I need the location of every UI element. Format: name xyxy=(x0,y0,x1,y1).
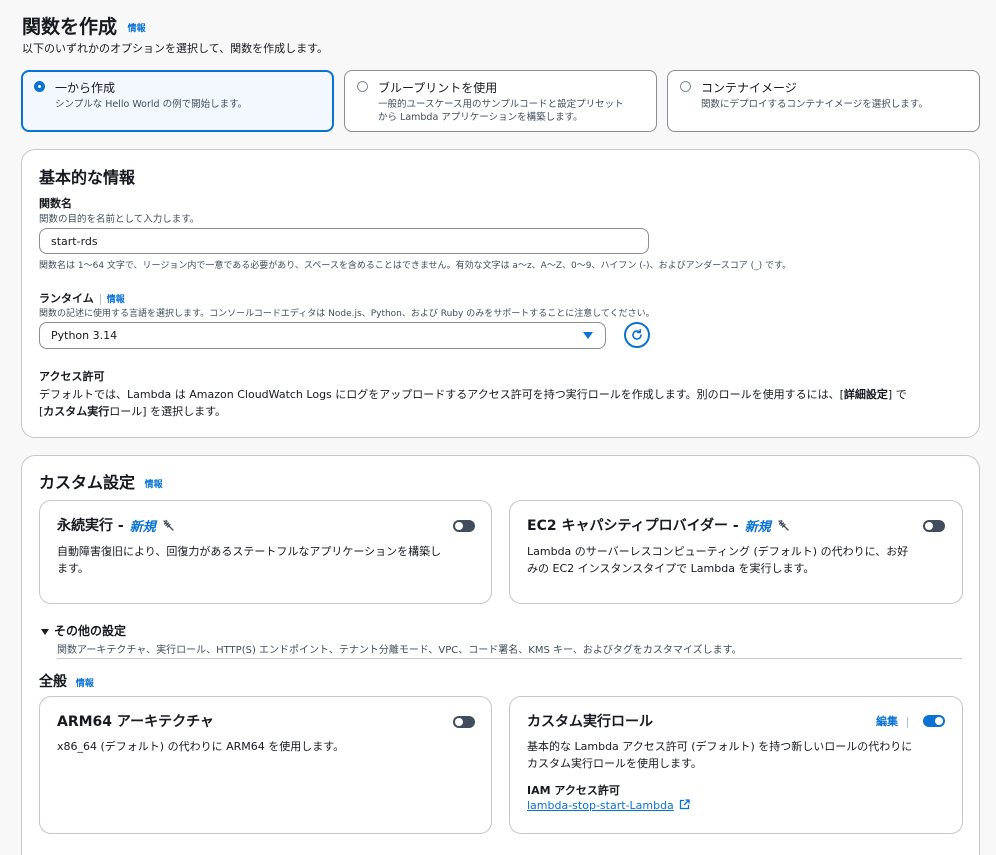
page-title-text: 関数を作成 xyxy=(22,16,118,38)
option-desc-line1: 一般的ユースケース用のサンプルコードと設定プリセット xyxy=(378,99,624,110)
custom-execution-role-card: カスタム実行ロール 編集 基本的な Lambda アクセス許可 (デフォルト) … xyxy=(509,696,963,834)
beaker-icon xyxy=(163,519,174,531)
other-settings-title: その他の設定 xyxy=(54,624,127,638)
general-title-text: 全般 xyxy=(39,674,67,690)
durable-desc-line1: 自動障害復旧により、回復力があるステートフルなアプリケーションを構築し xyxy=(57,545,442,558)
function-name-hint: 関数名は 1〜64 文字で、リージョン内で一意である必要があり、スペースを含める… xyxy=(39,261,792,271)
function-name-input[interactable]: start-rds xyxy=(39,228,649,254)
general-title: 全般 情報 xyxy=(39,671,94,691)
role-title: カスタム実行ロール xyxy=(527,714,653,730)
role-desc-line1: 基本的な Lambda アクセス許可 (デフォルト) を持つ新しいロールの代わり… xyxy=(527,740,913,753)
ec2-desc-line2: みの EC2 インスタンスタイプで Lambda を実行します。 xyxy=(527,562,815,575)
new-badge: 新規 xyxy=(744,519,771,535)
role-desc-line2: カスタム実行ロールを使用します。 xyxy=(527,757,702,770)
access-text-line2: [カスタム実行ロール] を選択します。 xyxy=(39,403,964,420)
custom-role-toggle[interactable] xyxy=(923,715,945,727)
runtime-value: Python 3.14 xyxy=(51,329,118,342)
basic-info-panel: 基本的な情報 関数名 関数の目的を名前として入力します。 start-rds 関… xyxy=(21,149,980,438)
access-text-line1: デフォルトでは、Lambda は Amazon CloudWatch Logs … xyxy=(39,386,964,403)
custom-execution-text: カスタム実行 xyxy=(43,405,110,418)
durable-title-text: 永続実行 - xyxy=(57,518,124,534)
caret-down-icon xyxy=(583,332,593,339)
durable-toggle[interactable] xyxy=(453,520,475,532)
advanced-settings-text: 詳細設定 xyxy=(843,388,888,401)
new-badge: 新規 xyxy=(129,519,156,535)
refresh-icon xyxy=(632,329,642,340)
arm64-toggle[interactable] xyxy=(453,716,475,728)
access-text-part: ] で xyxy=(887,388,907,401)
option-use-blueprint[interactable]: ブループリントを使用 一般的ユースケース用のサンプルコードと設定プリセット から… xyxy=(344,70,657,132)
option-title: コンテナイメージ xyxy=(701,81,797,95)
custom-settings-panel: カスタム設定 情報 永続実行 - 新規 自動障害復旧により、回復力があるステート… xyxy=(21,455,980,855)
ec2-desc-line1: Lambda のサーバーレスコンピューティング (デフォルト) の代わりに、お好 xyxy=(527,545,909,558)
radio-container-image[interactable] xyxy=(680,81,691,92)
custom-info-link[interactable]: 情報 xyxy=(145,480,163,490)
page-subtitle: 以下のいずれかのオプションを選択して、関数を作成します。 xyxy=(22,42,329,55)
general-info-link[interactable]: 情報 xyxy=(76,679,94,689)
access-text-part: ロール] を選択します。 xyxy=(109,405,226,418)
page-title: 関数を作成 情報 xyxy=(22,12,146,39)
arm64-card: ARM64 アーキテクチャ x86_64 (デフォルト) の代わりに ARM64… xyxy=(39,696,492,834)
header-info-link[interactable]: 情報 xyxy=(128,24,146,34)
caret-down-icon xyxy=(41,628,49,635)
runtime-info-link[interactable]: 情報 xyxy=(107,295,125,305)
durable-desc: 自動障害復旧により、回復力があるステートフルなアプリケーションを構築し ます。 xyxy=(57,543,441,577)
ec2-title-text: EC2 キャパシティプロバイダー - xyxy=(527,518,739,534)
role-edit-area: 編集 xyxy=(876,713,917,729)
access-text: デフォルトでは、Lambda は Amazon CloudWatch Logs … xyxy=(39,386,964,420)
option-desc: シンプルな Hello World の例で開始します。 xyxy=(55,99,248,110)
access-text-part: デフォルトでは、Lambda は Amazon CloudWatch Logs … xyxy=(39,388,844,401)
runtime-select[interactable]: Python 3.14 xyxy=(39,322,606,349)
function-name-label: 関数名 xyxy=(39,197,72,210)
beaker-icon xyxy=(778,519,789,531)
divider xyxy=(57,658,962,659)
other-settings-toggle[interactable]: その他の設定 xyxy=(41,622,126,639)
option-title: ブループリントを使用 xyxy=(378,81,498,95)
option-desc-line2: から Lambda アプリケーションを構築します。 xyxy=(378,112,583,123)
arm64-desc: x86_64 (デフォルト) の代わりに ARM64 を使用します。 xyxy=(57,740,345,753)
ec2-toggle[interactable] xyxy=(923,520,945,532)
custom-settings-title-text: カスタム設定 xyxy=(39,473,136,492)
durable-execution-card: 永続実行 - 新規 自動障害復旧により、回復力があるステートフルなアプリケーショ… xyxy=(39,500,492,604)
iam-role-link[interactable]: lambda-stop-start-Lambda xyxy=(527,799,674,812)
edit-role-link[interactable]: 編集 xyxy=(876,715,898,728)
access-label: アクセス許可 xyxy=(39,370,105,383)
arm64-title: ARM64 アーキテクチャ xyxy=(57,714,214,730)
option-author-from-scratch[interactable]: 一から作成 シンプルな Hello World の例で開始します。 xyxy=(21,70,334,132)
durable-desc-line2: ます。 xyxy=(57,562,89,575)
runtime-label-text: ランタイム xyxy=(39,292,94,305)
iam-role-link-wrap: lambda-stop-start-Lambda xyxy=(527,799,690,812)
basic-info-title: 基本的な情報 xyxy=(39,168,136,187)
role-desc: 基本的な Lambda アクセス許可 (デフォルト) を持つ新しいロールの代わり… xyxy=(527,738,912,772)
radio-use-blueprint[interactable] xyxy=(357,81,368,92)
option-desc: 一般的ユースケース用のサンプルコードと設定プリセット から Lambda アプリ… xyxy=(378,98,646,124)
option-desc: 関数にデプロイするコンテナイメージを選択します。 xyxy=(701,99,928,110)
ec2-title: EC2 キャパシティプロバイダー - 新規 xyxy=(527,515,790,535)
runtime-desc: 関数の記述に使用する言語を選択します。コンソールコードエディタは Node.js… xyxy=(39,309,655,319)
durable-title: 永続実行 - 新規 xyxy=(57,515,175,535)
refresh-runtime-button[interactable] xyxy=(624,322,650,348)
custom-settings-title: カスタム設定 情報 xyxy=(39,469,163,493)
option-title: 一から作成 xyxy=(55,81,116,95)
other-settings-desc: 関数アーキテクチャ、実行ロール、HTTP(S) エンドポイント、テナント分離モー… xyxy=(57,645,742,656)
iam-permission-label: IAM アクセス許可 xyxy=(527,784,620,797)
ec2-desc: Lambda のサーバーレスコンピューティング (デフォルト) の代わりに、お好… xyxy=(527,543,908,577)
ec2-capacity-card: EC2 キャパシティプロバイダー - 新規 Lambda のサーバーレスコンピュ… xyxy=(509,500,963,604)
create-function-page: 関数を作成 情報 以下のいずれかのオプションを選択して、関数を作成します。 一か… xyxy=(0,0,996,855)
function-name-desc: 関数の目的を名前として入力します。 xyxy=(39,214,200,225)
option-container-image[interactable]: コンテナイメージ 関数にデプロイするコンテナイメージを選択します。 xyxy=(667,70,980,132)
function-name-value: start-rds xyxy=(51,234,98,248)
radio-author-from-scratch[interactable] xyxy=(34,81,45,92)
runtime-label: ランタイム 情報 xyxy=(39,290,125,306)
external-link-icon[interactable] xyxy=(679,799,690,810)
